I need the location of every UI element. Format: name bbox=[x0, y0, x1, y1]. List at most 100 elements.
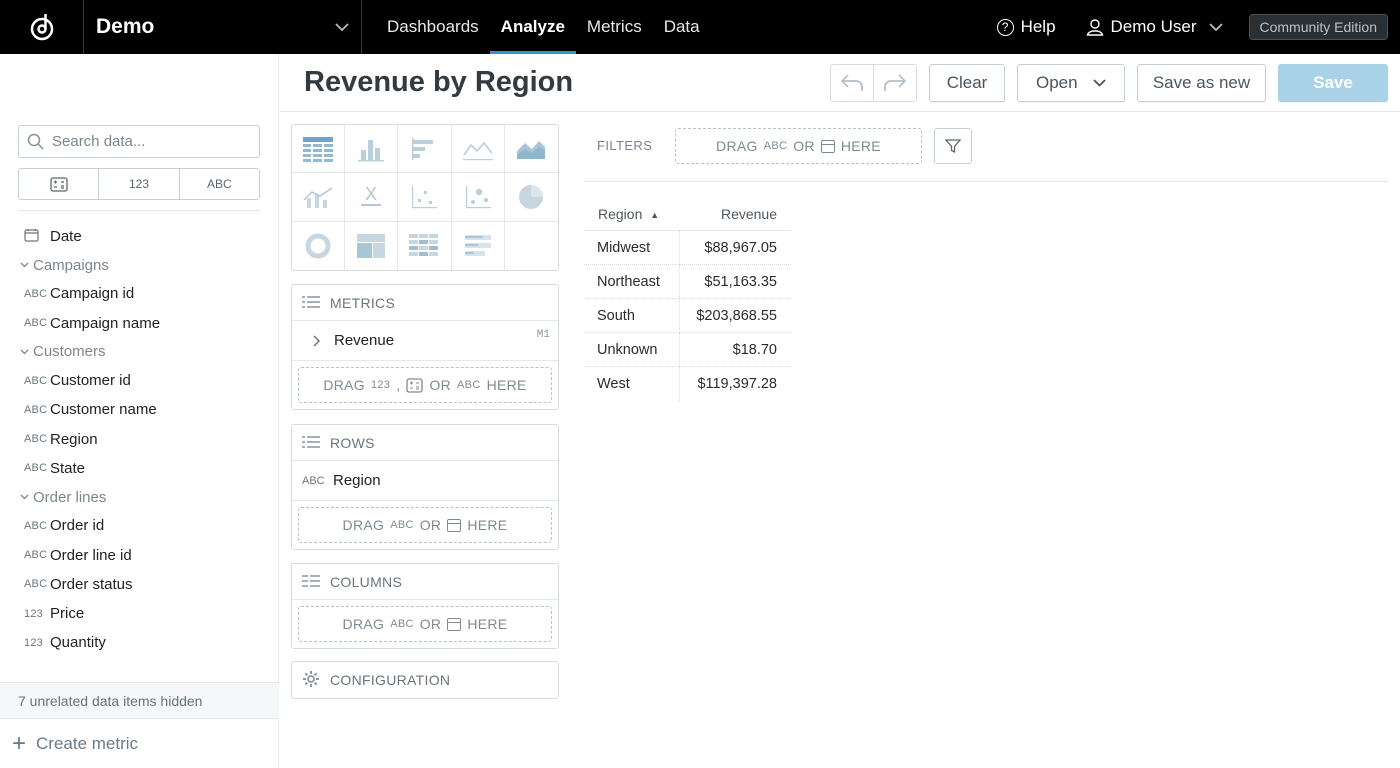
user-name: Demo User bbox=[1110, 17, 1197, 36]
item-type-label: 123 bbox=[24, 607, 43, 620]
or-label: OR bbox=[419, 616, 442, 632]
nav-data[interactable]: Data bbox=[653, 0, 711, 54]
catalog-item[interactable]: ABC Order id bbox=[0, 511, 279, 540]
chevron-down-icon bbox=[1208, 22, 1223, 31]
comma-label: , bbox=[396, 377, 401, 393]
create-metric-label: Create metric bbox=[36, 733, 139, 753]
attribute-type-label: ABC bbox=[390, 618, 414, 630]
header-region[interactable]: Region ▲ bbox=[584, 206, 680, 222]
viz-combo-chart[interactable] bbox=[292, 173, 346, 222]
configuration-panel[interactable]: CONFIGURATION bbox=[291, 661, 559, 699]
catalog-item-label: Order status bbox=[50, 575, 133, 593]
catalog-item-label: Campaign id bbox=[50, 285, 135, 303]
edition-badge: Community Edition bbox=[1248, 14, 1388, 40]
undo-redo-group bbox=[830, 64, 917, 102]
catalog-item-label: Customer name bbox=[50, 401, 157, 419]
catalog-item[interactable]: ABC Order line id bbox=[0, 540, 279, 569]
filter-metrics[interactable] bbox=[19, 169, 100, 199]
catalog-list: Date Campaigns ABC Campaign id ABC Campaign n… bbox=[0, 222, 279, 684]
filter-button[interactable] bbox=[934, 128, 972, 164]
nav-dashboards[interactable]: Dashboards bbox=[376, 0, 490, 54]
rows-icon bbox=[302, 435, 320, 451]
cell-region: Northeast bbox=[584, 264, 680, 299]
search-input[interactable] bbox=[52, 133, 242, 150]
row-item-region[interactable]: ABC Region bbox=[292, 461, 558, 501]
metrics-bucket-header: METRICS bbox=[292, 285, 558, 321]
calendar-icon bbox=[447, 617, 462, 631]
viz-column-chart[interactable] bbox=[345, 125, 399, 174]
funnel-icon bbox=[945, 139, 961, 154]
catalog-group[interactable]: Customers bbox=[0, 338, 279, 366]
create-metric-button[interactable]: + Create metric bbox=[0, 718, 279, 768]
workspace-switcher[interactable]: Demo bbox=[84, 0, 362, 54]
type-filter: 123 ABC bbox=[18, 168, 260, 200]
filters-dropzone[interactable]: DRAG ABC OR HERE bbox=[675, 128, 922, 164]
table-icon bbox=[303, 136, 334, 162]
calendar-icon bbox=[447, 518, 462, 532]
viz-scatter-plot[interactable] bbox=[398, 173, 452, 222]
catalog-item-label: State bbox=[50, 459, 86, 477]
row-item-label: Region bbox=[333, 472, 381, 489]
filter-attributes[interactable]: ABC bbox=[180, 169, 259, 199]
catalog-item[interactable]: ABC Campaign name bbox=[0, 309, 279, 338]
catalog-item[interactable]: ABC Campaign id bbox=[0, 279, 279, 308]
item-type-label: ABC bbox=[24, 433, 48, 446]
open-button[interactable]: Open bbox=[1017, 64, 1125, 102]
title-bar: Revenue by Region Clear Open Save as new… bbox=[280, 54, 1400, 112]
header-revenue[interactable]: Revenue bbox=[680, 206, 791, 222]
save-button[interactable]: Save bbox=[1278, 64, 1388, 102]
viz-treemap[interactable] bbox=[345, 221, 399, 270]
help-menu[interactable]: ? Help bbox=[996, 17, 1056, 37]
catalog-item-label: Date bbox=[50, 228, 82, 246]
catalog-group[interactable]: Campaigns bbox=[0, 251, 279, 279]
viz-headline[interactable]: X bbox=[345, 173, 399, 222]
chevron-down-icon bbox=[20, 491, 33, 503]
nav-analyze[interactable]: Analyze bbox=[489, 0, 577, 54]
save-as-new-button[interactable]: Save as new bbox=[1137, 64, 1266, 102]
metric-tag: M1 bbox=[536, 329, 550, 341]
catalog-group[interactable]: Order lines bbox=[0, 483, 279, 511]
viz-bar-chart[interactable] bbox=[398, 125, 452, 174]
viz-bullet-chart[interactable] bbox=[452, 221, 505, 270]
rows-bucket: ROWS ABC Region DRAG ABC OR HERE bbox=[291, 424, 559, 550]
metrics-dropzone[interactable]: DRAG 123 , OR ABC HERE bbox=[298, 367, 552, 403]
catalog-item[interactable]: ABC Region bbox=[0, 424, 279, 453]
or-label: OR bbox=[419, 517, 442, 533]
catalog-item[interactable]: ABC Customer id bbox=[0, 366, 279, 395]
catalog-item[interactable]: ABC Order status bbox=[0, 570, 279, 599]
viz-heatmap[interactable] bbox=[398, 221, 452, 270]
rows-dropzone[interactable]: DRAG ABC OR HERE bbox=[298, 507, 552, 543]
metrics-bucket-label: METRICS bbox=[330, 294, 396, 311]
search-box[interactable] bbox=[18, 125, 260, 158]
viz-table[interactable] bbox=[292, 125, 346, 174]
viz-pie-chart[interactable] bbox=[504, 173, 558, 222]
columns-dropzone[interactable]: DRAG ABC OR HERE bbox=[298, 606, 552, 642]
catalog-item-label: Order lines bbox=[33, 488, 107, 506]
app-logo[interactable] bbox=[0, 0, 84, 54]
pivot-table: Region ▲ Revenue Midwest $88,967.05 Northe… bbox=[584, 197, 791, 401]
nav-metrics[interactable]: Metrics bbox=[576, 0, 653, 54]
area-chart-icon bbox=[517, 140, 546, 159]
catalog-item[interactable]: ABC State bbox=[0, 454, 279, 483]
heatmap-icon bbox=[409, 233, 439, 256]
catalog-item[interactable]: ABC Customer name bbox=[0, 395, 279, 424]
metric-item-revenue[interactable]: Revenue M1 bbox=[292, 321, 558, 361]
header-region-label: Region bbox=[598, 205, 643, 222]
viz-bubble-chart[interactable] bbox=[451, 173, 505, 222]
redo-button[interactable] bbox=[874, 65, 916, 101]
filter-facts[interactable]: 123 bbox=[99, 169, 180, 199]
viz-line-chart[interactable] bbox=[451, 125, 505, 174]
data-catalog-panel: 123 ABC DateCampaignsABCCampaign idABCCa… bbox=[0, 54, 279, 768]
undo-button[interactable] bbox=[831, 65, 874, 101]
table-row: Unknown $18.70 bbox=[584, 332, 791, 367]
catalog-item-date[interactable]: Date bbox=[0, 222, 279, 251]
catalog-item[interactable]: 123 Price bbox=[0, 599, 279, 628]
column-chart-icon bbox=[358, 139, 385, 162]
page-title[interactable]: Revenue by Region bbox=[304, 66, 573, 99]
viz-area-chart[interactable] bbox=[504, 125, 558, 174]
user-menu[interactable]: Demo User bbox=[1086, 17, 1223, 37]
viz-donut-chart[interactable] bbox=[292, 221, 346, 270]
clear-button[interactable]: Clear bbox=[929, 64, 1005, 102]
item-type-label: 123 bbox=[24, 636, 43, 649]
catalog-item[interactable]: 123 Quantity bbox=[0, 628, 279, 657]
